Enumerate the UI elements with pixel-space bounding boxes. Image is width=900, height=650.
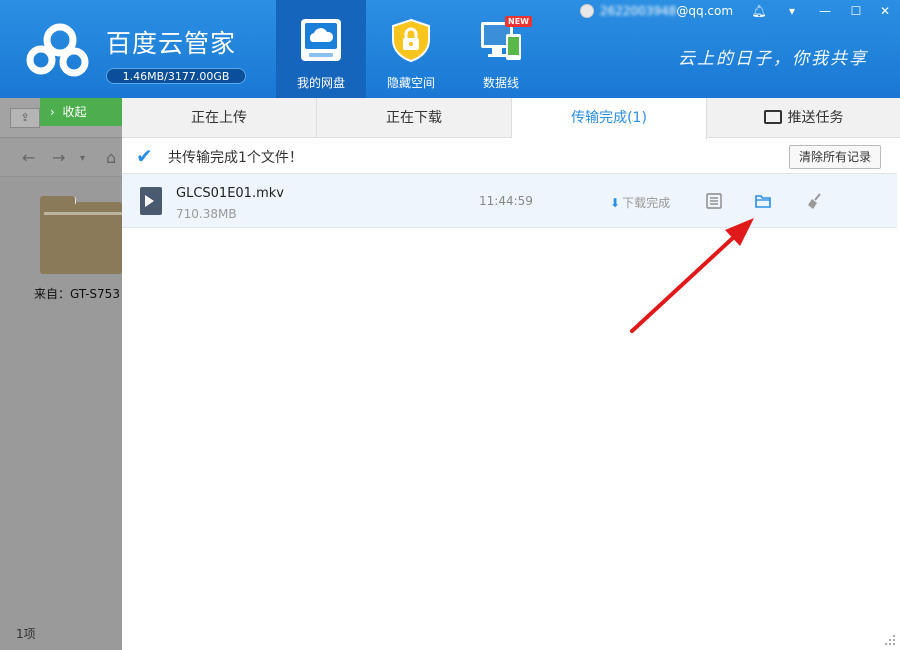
close-icon[interactable]: ✕ [874,2,896,20]
transfer-status: ⬇ 下载完成 [610,194,670,211]
tab-downloading[interactable]: 正在下载 [317,98,512,138]
forward-arrow-icon[interactable]: → [52,148,65,167]
transfer-time: 11:44:59 [479,194,533,208]
user-account[interactable]: 2622003948@qq.com [580,4,733,18]
maximize-icon[interactable]: ☐ [845,2,867,20]
nav-hidden-space-label: 隐藏空间 [386,76,435,90]
nav-data-line-label: 数据线 [482,76,519,90]
download-arrow-icon: ⬇ [610,196,621,210]
checkmark-icon: ✔ [136,144,153,168]
push-screen-icon [763,110,782,124]
video-file-icon [140,187,162,215]
folder-icon[interactable] [40,196,122,274]
summary-text: 共传输完成1个文件！ [168,150,303,166]
app-title: 百度云管家 [106,29,237,58]
broom-clean-icon[interactable] [806,192,824,210]
cloud-disk-icon [301,19,341,61]
nav-data-line[interactable]: 数据线 [456,0,546,98]
folder-line [44,212,122,215]
tab-push-label: 推送任务 [787,110,844,126]
lock-shield-icon [392,18,430,62]
user-email-domain: @qq.com [676,4,734,18]
chevron-right-icon: › [50,105,55,119]
new-badge: NEW [505,16,532,27]
baidu-cloud-logo-icon [26,23,89,77]
details-list-icon[interactable] [705,192,723,210]
notification-bell-icon[interactable]: 🔔︎ [748,2,770,20]
nav-hidden-space[interactable]: 隐藏空间 [366,0,456,98]
item-count: 1项 [16,627,36,641]
nav-my-disk-label: 我的网盘 [296,76,345,90]
completion-summary: ✔ 共传输完成1个文件！ 清除所有记录 [122,138,900,174]
left-pane-dimmed: ⇪ › 收起 ← → ▾ ⌂ 来自：GT-S753 1项 [0,98,122,650]
collapse-label: 收起 [62,105,87,119]
tab-completed[interactable]: 传输完成(1) [512,98,707,139]
transfer-tabs: 正在上传 正在下载 传输完成(1) 推送任务 [122,98,900,139]
folder-tab [40,196,76,204]
collapse-button[interactable]: › 收起 [40,98,122,126]
upload-button[interactable]: ⇪ [10,108,40,128]
back-arrow-icon[interactable]: ← [22,148,35,167]
storage-quota: 1.46MB/3177.00GB [106,68,246,84]
header-bar: 百度云管家 1.46MB/3177.00GB 我的网盘 隐藏空间 数据线 NEW… [0,0,900,98]
slogan: 云上的日子，你我共享 [678,49,868,69]
history-dropdown-icon[interactable]: ▾ [80,153,85,164]
menu-dropdown-icon[interactable]: ▾ [781,2,803,20]
nav-my-disk[interactable]: 我的网盘 [276,0,366,98]
tab-uploading[interactable]: 正在上传 [122,98,317,138]
open-folder-icon[interactable] [754,192,772,210]
user-email-blurred: 2622003948 [600,4,677,18]
home-icon[interactable]: ⌂ [106,148,116,167]
tab-push-tasks[interactable]: 推送任务 [707,98,900,138]
transfer-row[interactable]: GLCS01E01.mkv 710.38MB 11:44:59 ⬇ 下载完成 [122,174,897,228]
status-label: 下载完成 [622,196,671,210]
file-size: 710.38MB [176,207,237,221]
folder-label: 来自：GT-S753 [34,287,120,301]
clear-all-records-button[interactable]: 清除所有记录 [789,145,881,169]
minimize-icon[interactable]: — [814,2,836,20]
avatar-icon [580,4,594,18]
left-nav-bar: ← → ▾ ⌂ [0,139,122,177]
resize-grip-icon[interactable] [884,634,896,646]
app-window: 百度云管家 1.46MB/3177.00GB 我的网盘 隐藏空间 数据线 NEW… [0,0,900,650]
file-name: GLCS01E01.mkv [176,186,284,201]
